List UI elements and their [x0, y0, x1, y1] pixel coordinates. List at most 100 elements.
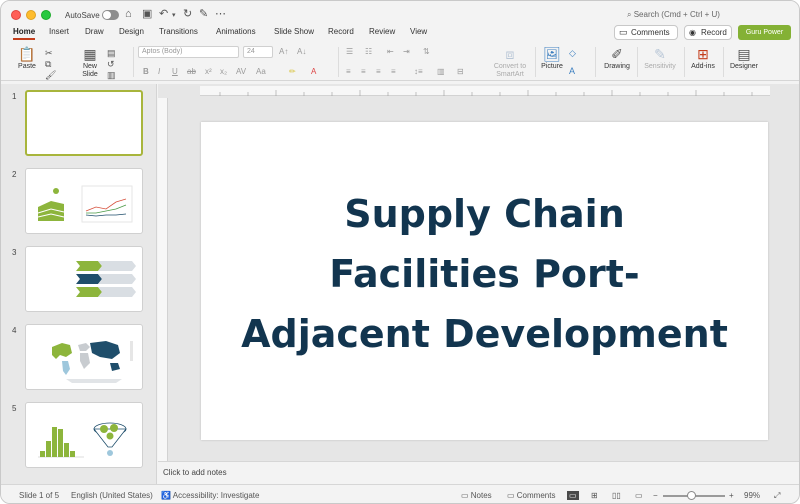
accessibility-status[interactable]: ♿ Accessibility: Investigate: [161, 491, 259, 500]
underline-icon[interactable]: U: [172, 67, 178, 76]
drawing-button[interactable]: ✐ Drawing: [602, 45, 632, 70]
format-painter-icon[interactable]: 🖌: [45, 69, 56, 81]
slide-title-line: Supply Chain: [344, 192, 625, 236]
zoom-level[interactable]: 99%: [744, 491, 760, 500]
zoom-slider-handle[interactable]: [687, 491, 696, 500]
align-right-icon[interactable]: ≡: [376, 67, 381, 76]
slide-thumbnail-pane[interactable]: 1 2 3 4 5: [1, 84, 157, 484]
comment-icon: ▭: [619, 27, 628, 37]
comments-button[interactable]: ▭ Comments: [614, 25, 678, 40]
subscript-icon[interactable]: x₂: [220, 67, 227, 76]
italic-icon[interactable]: I: [158, 67, 160, 76]
align-left-icon[interactable]: ≡: [346, 67, 351, 76]
close-window-button[interactable]: [11, 10, 21, 20]
paste-button[interactable]: 📋 Paste: [13, 45, 41, 70]
arrow-process-thumbnail-image: [76, 261, 136, 297]
search-field[interactable]: ⌕ Search (Cmd + Ctrl + U): [627, 10, 720, 20]
slide-canvas[interactable]: Supply Chain Facilities Port- Adjacent D…: [201, 122, 768, 440]
save-icon[interactable]: ▣: [142, 8, 152, 20]
textbox-icon[interactable]: A: [569, 65, 575, 77]
tab-transitions[interactable]: Transitions: [159, 27, 198, 36]
new-slide-icon: ▦: [83, 46, 97, 62]
bullets-icon[interactable]: ☰: [346, 47, 353, 56]
designer-button[interactable]: ▤ Designer: [728, 45, 760, 70]
format-icon[interactable]: ✎: [199, 8, 208, 20]
slide-thumbnail-5[interactable]: [25, 402, 143, 468]
slide-thumbnail-1[interactable]: [25, 90, 143, 156]
zoom-out-icon[interactable]: −: [653, 491, 658, 500]
reading-view-icon[interactable]: ▯▯: [612, 491, 621, 500]
section-icon[interactable]: ▥: [107, 69, 116, 81]
guru-power-button[interactable]: Guru Power: [738, 25, 791, 40]
increase-indent-icon[interactable]: ⇥: [403, 47, 410, 56]
sensitivity-button[interactable]: ✎ Sensitivity: [641, 45, 679, 70]
ribbon-tabs: Home Insert Draw Design Transitions Anim…: [1, 25, 799, 43]
align-text-icon[interactable]: ⊟: [457, 67, 464, 76]
ribbon-separator: [723, 47, 724, 77]
decrease-indent-icon[interactable]: ⇤: [387, 47, 394, 56]
tab-view[interactable]: View: [410, 27, 427, 36]
text-direction-icon[interactable]: ⇅: [423, 47, 430, 56]
tab-draw[interactable]: Draw: [85, 27, 104, 36]
undo-icon[interactable]: ↶: [159, 8, 168, 20]
tab-review[interactable]: Review: [369, 27, 395, 36]
ruler-ticks: [219, 90, 753, 96]
notes-pane[interactable]: Click to add notes: [158, 461, 799, 483]
tab-insert[interactable]: Insert: [49, 27, 69, 36]
minimize-window-button[interactable]: [26, 10, 36, 20]
picture-button[interactable]: 🖼 Picture: [539, 45, 565, 70]
highlight-icon[interactable]: ✏: [289, 67, 296, 76]
tab-design[interactable]: Design: [119, 27, 144, 36]
slide-number: 5: [12, 404, 17, 413]
numbering-icon[interactable]: ☷: [365, 47, 372, 56]
slide-thumbnail-4[interactable]: [25, 324, 143, 390]
histogram-funnel-thumbnail-image: [38, 422, 127, 458]
autosave-toggle[interactable]: [102, 10, 119, 20]
addins-button[interactable]: ⊞ Add-ins: [689, 45, 717, 70]
home-icon[interactable]: ⌂: [125, 8, 132, 20]
language-status[interactable]: English (United States): [71, 491, 153, 500]
horizontal-ruler: [200, 86, 770, 96]
clipboard-icon: 📋: [18, 46, 36, 62]
font-name-field[interactable]: Aptos (Body): [138, 46, 239, 58]
shapes-icon[interactable]: ◇: [569, 47, 576, 59]
font-size-field[interactable]: 24: [243, 46, 273, 58]
comments-toggle[interactable]: ▭ Comments: [507, 491, 555, 500]
undo-dropdown-icon[interactable]: ▾: [172, 10, 176, 22]
ribbon-separator: [133, 47, 134, 77]
zoom-in-icon[interactable]: +: [729, 491, 734, 500]
justify-icon[interactable]: ≡: [391, 67, 396, 76]
grow-font-icon[interactable]: A↑: [279, 47, 288, 56]
zoom-window-button[interactable]: [41, 10, 51, 20]
align-center-icon[interactable]: ≡: [361, 67, 366, 76]
shrink-font-icon[interactable]: A↓: [297, 47, 306, 56]
slide-sorter-icon[interactable]: ⊞: [591, 491, 598, 500]
slide-thumbnail-3[interactable]: [25, 246, 143, 312]
tab-home[interactable]: Home: [13, 27, 36, 40]
line-spacing-icon[interactable]: ↕≡: [414, 67, 423, 76]
convert-smartart-button[interactable]: ⧈ Convert to SmartArt: [489, 45, 531, 79]
columns-icon[interactable]: ▥: [437, 67, 445, 76]
char-spacing-icon[interactable]: AV: [236, 67, 246, 76]
slide-title[interactable]: Supply Chain Facilities Port- Adjacent D…: [201, 184, 768, 364]
slide-thumbnail-2[interactable]: [25, 168, 143, 234]
tab-record[interactable]: Record: [328, 27, 354, 36]
normal-view-icon[interactable]: ▭: [567, 491, 579, 500]
redo-icon[interactable]: ↻: [183, 8, 192, 20]
bold-icon[interactable]: B: [143, 67, 149, 76]
font-color-icon[interactable]: A: [311, 67, 316, 76]
superscript-icon[interactable]: x²: [205, 67, 212, 76]
new-slide-button[interactable]: ▦ New Slide: [77, 45, 103, 79]
addins-icon: ⊞: [697, 46, 709, 62]
tab-slide-show[interactable]: Slide Show: [274, 27, 314, 36]
strikethrough-icon[interactable]: ab: [187, 67, 196, 76]
notes-toggle[interactable]: ▭ Notes: [461, 491, 492, 500]
more-icon[interactable]: ⋯: [215, 8, 226, 20]
fit-to-window-icon[interactable]: ⤢: [774, 491, 780, 501]
change-case-icon[interactable]: Aa: [256, 67, 266, 76]
search-icon: ⌕: [627, 10, 634, 19]
notes-placeholder: Click to add notes: [163, 468, 227, 477]
tab-animations[interactable]: Animations: [216, 27, 256, 36]
record-button[interactable]: ◉ Record: [684, 25, 732, 40]
slideshow-icon[interactable]: ▭: [635, 491, 643, 500]
